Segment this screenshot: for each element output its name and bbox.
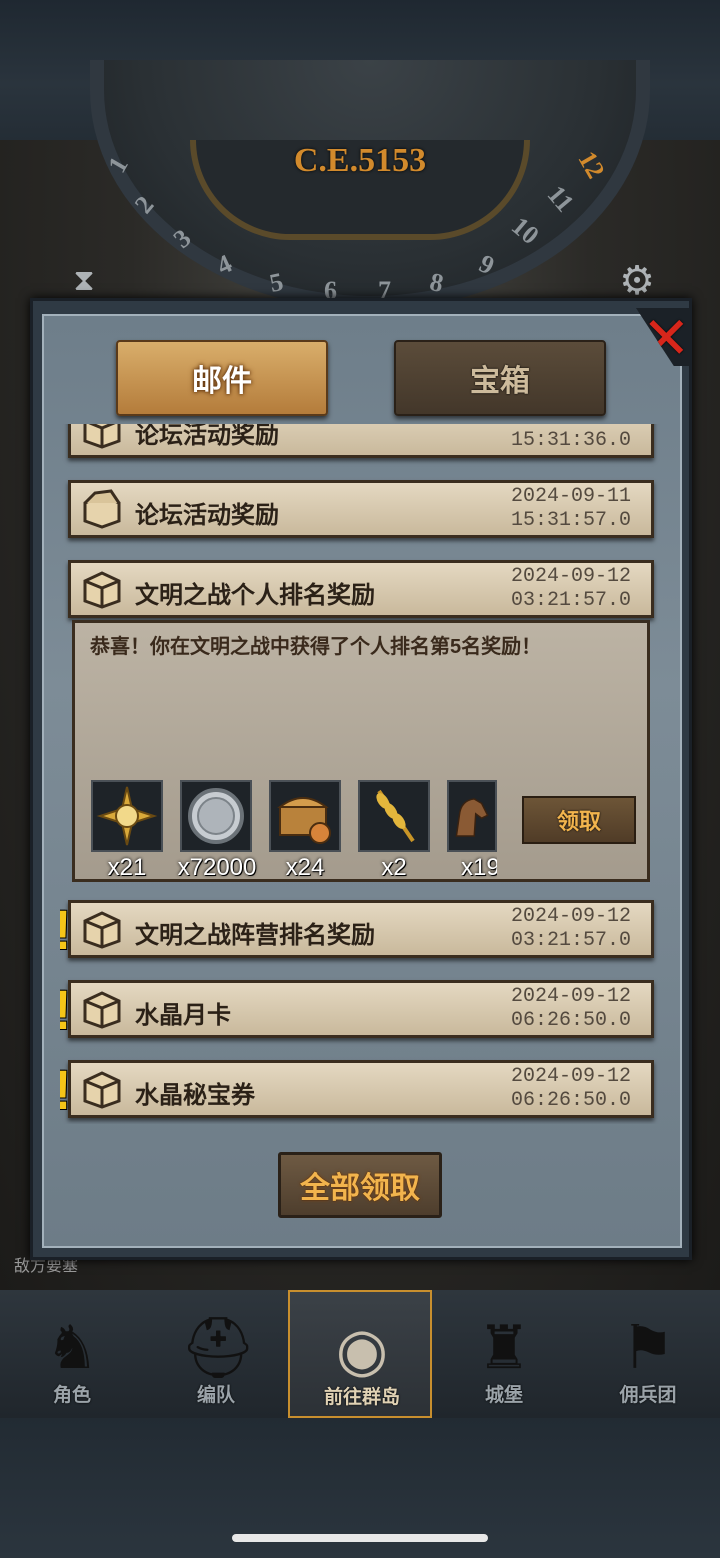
compass-medal-icon xyxy=(96,786,158,846)
open-parcel-icon xyxy=(83,489,121,529)
nav-item-character[interactable]: ♞ 角色 xyxy=(0,1290,144,1418)
mail-title: 论坛活动奖励 xyxy=(135,502,279,529)
nav-label: 佣兵团 xyxy=(619,1385,677,1406)
mail-title: 水晶月卡 xyxy=(135,1002,231,1029)
mail-row[interactable]: ! 水晶月卡 2024-09-1206:26:50.0 xyxy=(60,978,654,1041)
mail-row[interactable]: 论坛活动奖励 15:31:36.0 xyxy=(68,424,654,458)
mail-row-expanded[interactable]: 文明之战个人排名奖励 2024-09-12 03:21:57.0 xyxy=(68,560,654,618)
nav-label: 前往群岛 xyxy=(323,1387,400,1408)
reward-count: x19 xyxy=(461,854,497,881)
reward-count: x72000 xyxy=(177,854,257,881)
mail-row[interactable]: ! 文明之战阵营排名奖励 2024-09-1203:21:57.0 xyxy=(60,898,654,961)
reward-count: x2 xyxy=(381,854,407,881)
claim-button[interactable]: 领取 xyxy=(522,796,636,844)
parcel-icon xyxy=(83,424,121,449)
nav-item-mercenary[interactable]: ⚑ 佣兵团 xyxy=(576,1290,720,1418)
horse-icon xyxy=(455,798,489,837)
reward-slot[interactable] xyxy=(358,780,430,852)
mail-title: 文明之战阵营排名奖励 xyxy=(135,922,375,949)
nav-item-castle[interactable]: ♜ 城堡 xyxy=(432,1290,576,1418)
castle-icon: ♜ xyxy=(477,1314,531,1381)
reward-slot[interactable] xyxy=(447,780,497,852)
alert-icon: ! xyxy=(60,977,72,1042)
alert-icon: ! xyxy=(60,1057,72,1122)
mail-time: 15:31:36.0 xyxy=(510,429,631,452)
tab-chest[interactable]: 宝箱 xyxy=(394,340,606,416)
silver-coin-icon xyxy=(188,788,244,844)
mail-title: 文明之战个人排名奖励 xyxy=(135,582,375,609)
mail-date: 2024-09-12 03:21:57.0 xyxy=(510,905,631,952)
globe-icon: ◉ xyxy=(335,1316,389,1383)
nav-item-formation[interactable]: ⛑ 编队 xyxy=(144,1290,288,1418)
home-indicator[interactable] xyxy=(232,1534,488,1542)
era-year: C.E.5153 xyxy=(293,142,427,179)
mail-date: 2024-09-12 06:26:50.0 xyxy=(510,985,631,1032)
claim-all-button[interactable]: 全部领取 xyxy=(278,1152,442,1218)
nav-label: 城堡 xyxy=(484,1385,523,1406)
helmet-icon: ⛑ xyxy=(180,1314,257,1381)
parcel-icon xyxy=(83,571,121,609)
reward-slot[interactable] xyxy=(269,780,341,852)
nav-item-islands[interactable]: ◉ 前往群岛 xyxy=(288,1290,432,1418)
mail-date: 2024-09-11 15:31:57.0 xyxy=(510,485,631,532)
knight-icon: ♞ xyxy=(45,1314,99,1381)
wheat-icon xyxy=(376,789,415,843)
mail-body-text: 恭喜！你在文明之战中获得了个人排名第5名奖励！ xyxy=(90,636,542,658)
parcel-icon xyxy=(83,911,121,949)
treasure-chest-icon xyxy=(277,797,331,844)
mail-date: 2024-09-12 03:21:57.0 xyxy=(510,565,631,612)
banner-icon: ⚑ xyxy=(621,1314,675,1381)
reward-count: x21 xyxy=(107,854,147,881)
nav-label: 角色 xyxy=(52,1385,91,1406)
mail-row[interactable]: ! 水晶秘宝券 2024-09-1206:26:50.0 xyxy=(60,1058,654,1121)
reward-count: x24 xyxy=(285,854,325,881)
reward-slot[interactable] xyxy=(91,780,163,852)
alert-icon: ! xyxy=(60,897,72,962)
mail-row[interactable]: 论坛活动奖励 2024-09-11 15:31:57.0 xyxy=(68,480,654,538)
parcel-icon xyxy=(83,1071,121,1109)
reward-slot[interactable] xyxy=(180,780,252,852)
mail-title: 水晶秘宝券 xyxy=(135,1082,255,1109)
mail-date: 2024-09-12 06:26:50.0 xyxy=(510,1065,631,1112)
mail-title: 论坛活动奖励 xyxy=(135,424,279,449)
tab-mail[interactable]: 邮件 xyxy=(116,340,328,416)
parcel-icon xyxy=(83,991,121,1029)
nav-label: 编队 xyxy=(196,1385,235,1406)
